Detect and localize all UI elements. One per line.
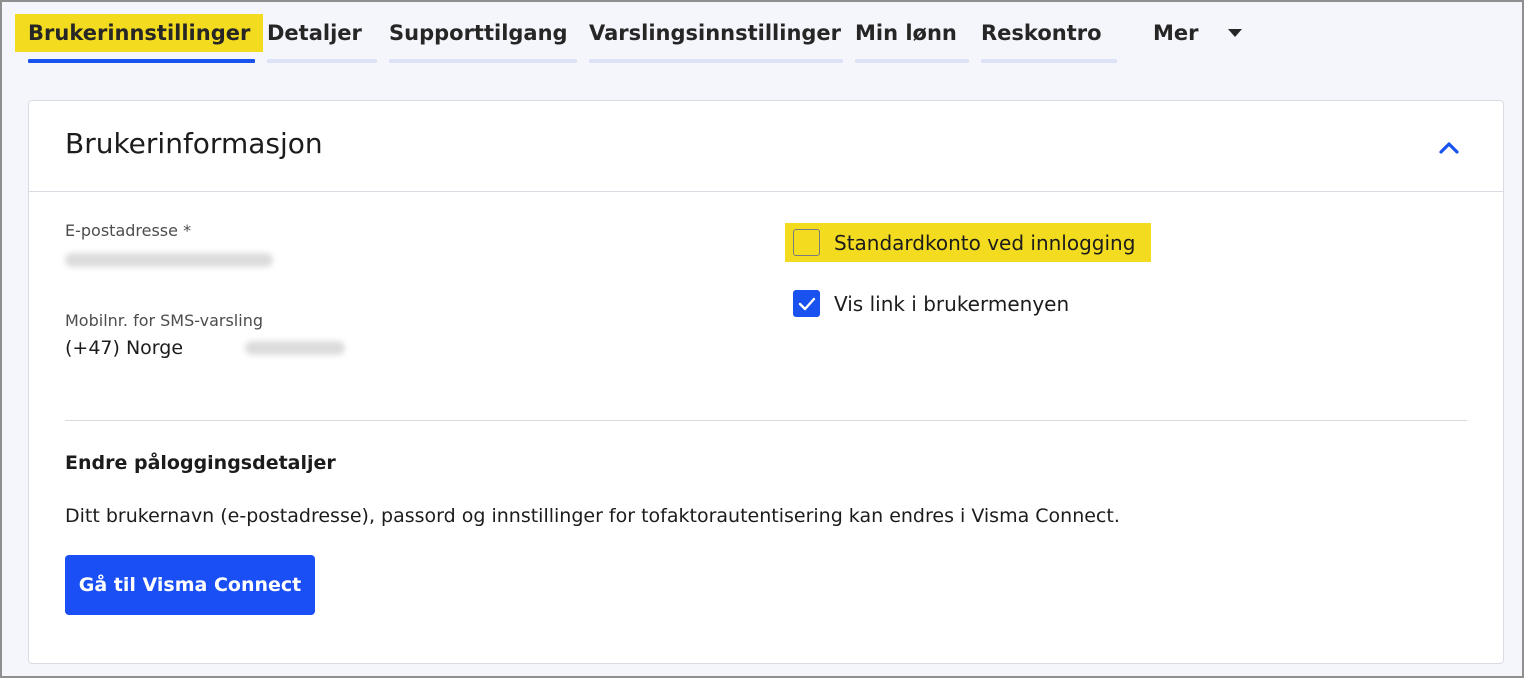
- tab-underline: [589, 59, 843, 63]
- tab-label: Supporttilgang: [389, 21, 568, 45]
- tab-label: Detaljer: [267, 21, 362, 45]
- email-value-redacted: [65, 253, 273, 267]
- tab-reskontro[interactable]: Reskontro: [981, 14, 1102, 52]
- tab-brukerinnstillinger[interactable]: Brukerinnstillinger: [15, 14, 264, 52]
- show-link-checkbox-row[interactable]: Vis link i brukermenyen: [793, 290, 1069, 317]
- tab-min-lonn[interactable]: Min lønn: [855, 14, 957, 52]
- chevron-down-icon[interactable]: [1228, 29, 1242, 37]
- tab-label: Min lønn: [855, 21, 957, 45]
- tab-label: Reskontro: [981, 21, 1102, 45]
- tab-mer[interactable]: Mer: [1153, 14, 1199, 52]
- tab-detaljer[interactable]: Detaljer: [267, 14, 362, 52]
- tab-label: Mer: [1153, 21, 1199, 45]
- section-heading: Endre påloggingsdetaljer: [65, 452, 336, 474]
- default-account-checkbox[interactable]: [793, 229, 820, 256]
- checkbox-label: Standardkonto ved innlogging: [834, 230, 1136, 255]
- card-title: Brukerinformasjon: [65, 127, 323, 160]
- tab-label: Brukerinnstillinger: [15, 14, 264, 52]
- check-icon: [798, 297, 815, 310]
- checkbox-label: Vis link i brukermenyen: [834, 291, 1070, 316]
- default-account-checkbox-row[interactable]: Standardkonto ved innlogging: [785, 223, 1152, 262]
- chevron-up-icon[interactable]: [1438, 139, 1460, 155]
- visma-connect-button[interactable]: Gå til Visma Connect: [65, 555, 315, 615]
- section-divider: [65, 420, 1467, 421]
- show-link-checkbox[interactable]: [793, 290, 820, 317]
- tab-underline: [267, 59, 377, 63]
- mobile-number-redacted[interactable]: [245, 341, 345, 355]
- tab-underline: [389, 59, 577, 63]
- tab-label: Varslingsinnstillinger: [589, 21, 842, 45]
- tab-active-indicator: [28, 59, 255, 63]
- mobile-label: Mobilnr. for SMS-varsling: [65, 311, 263, 330]
- user-info-card: Brukerinformasjon E-postadresse * Mobiln…: [28, 100, 1504, 664]
- tab-supporttilgang[interactable]: Supporttilgang: [389, 14, 568, 52]
- tab-underline: [981, 59, 1117, 63]
- email-label: E-postadresse *: [65, 221, 192, 240]
- tab-underline: [855, 59, 969, 63]
- card-header-divider: [29, 191, 1503, 192]
- mobile-country-select[interactable]: (+47) Norge: [65, 337, 183, 359]
- tab-varslingsinnstillinger[interactable]: Varslingsinnstillinger: [589, 14, 841, 52]
- section-description: Ditt brukernavn (e-postadresse), passord…: [65, 505, 1120, 527]
